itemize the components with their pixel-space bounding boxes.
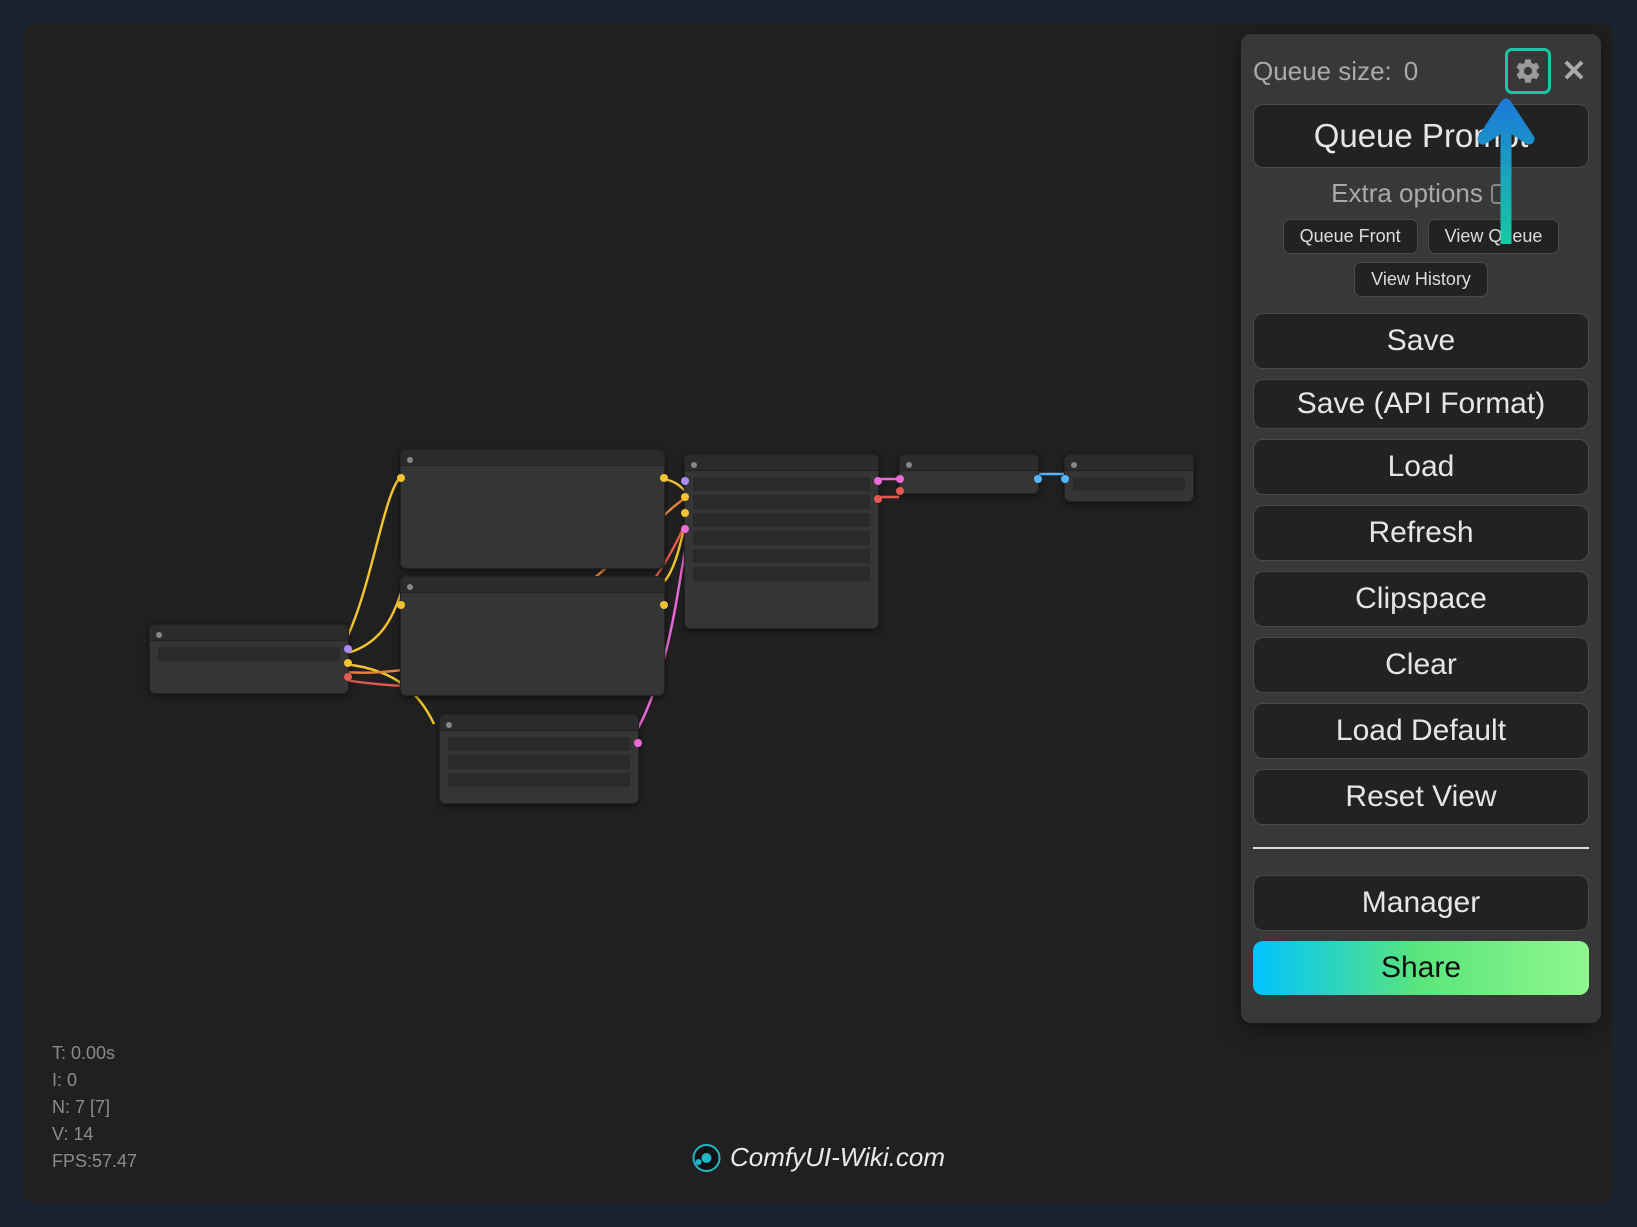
clipspace-button[interactable]: Clipspace	[1253, 571, 1589, 627]
view-history-button[interactable]: View History	[1354, 262, 1488, 297]
node-vae-decode[interactable]	[899, 454, 1039, 494]
app-window: Queue size: 0 ✕ Queue Prompt Extra optio…	[24, 24, 1613, 1203]
canvas-stats: T: 0.00s I: 0 N: 7 [7] V: 14 FPS:57.47	[52, 1040, 137, 1175]
stat-nodes: N: 7 [7]	[52, 1094, 137, 1121]
queue-prompt-button[interactable]: Queue Prompt	[1253, 104, 1589, 168]
node-clip-text-positive[interactable]	[400, 449, 665, 569]
node-clip-text-negative[interactable]	[400, 576, 665, 696]
panel-header: Queue size: 0 ✕	[1253, 48, 1589, 94]
view-queue-button[interactable]: View Queue	[1428, 219, 1560, 254]
node-titlebar[interactable]	[685, 455, 878, 471]
extra-options-row: Extra options	[1253, 178, 1589, 209]
history-buttons-row: View History	[1253, 262, 1589, 297]
node-titlebar[interactable]	[440, 715, 638, 731]
watermark-logo-icon	[692, 1144, 720, 1172]
node-save-image[interactable]	[1064, 454, 1194, 502]
load-default-button[interactable]: Load Default	[1253, 703, 1589, 759]
close-panel-button[interactable]: ✕	[1559, 56, 1589, 86]
save-api-button[interactable]: Save (API Format)	[1253, 379, 1589, 429]
extra-options-label: Extra options	[1331, 178, 1483, 209]
watermark-text: ComfyUI-Wiki.com	[730, 1142, 945, 1173]
stat-iterations: I: 0	[52, 1067, 137, 1094]
extra-options-checkbox[interactable]	[1491, 184, 1511, 204]
close-icon: ✕	[1561, 54, 1586, 89]
stat-fps: FPS:57.47	[52, 1148, 137, 1175]
manager-button[interactable]: Manager	[1253, 875, 1589, 931]
node-titlebar[interactable]	[1065, 455, 1193, 471]
node-ksampler[interactable]	[684, 454, 879, 629]
node-empty-latent[interactable]	[439, 714, 639, 804]
control-panel: Queue size: 0 ✕ Queue Prompt Extra optio…	[1241, 34, 1601, 1023]
stat-v: V: 14	[52, 1121, 137, 1148]
node-titlebar[interactable]	[401, 450, 664, 466]
node-load-checkpoint[interactable]	[149, 624, 349, 694]
panel-divider	[1253, 847, 1589, 849]
save-button[interactable]: Save	[1253, 313, 1589, 369]
share-button[interactable]: Share	[1253, 941, 1589, 995]
watermark: ComfyUI-Wiki.com	[692, 1142, 945, 1173]
stat-time: T: 0.00s	[52, 1040, 137, 1067]
queue-size-value: 0	[1404, 56, 1418, 87]
gear-icon	[1514, 57, 1542, 85]
queue-buttons-row: Queue Front View Queue	[1253, 219, 1589, 254]
refresh-button[interactable]: Refresh	[1253, 505, 1589, 561]
queue-front-button[interactable]: Queue Front	[1283, 219, 1418, 254]
outer-frame: Queue size: 0 ✕ Queue Prompt Extra optio…	[0, 0, 1637, 1227]
node-titlebar[interactable]	[150, 625, 348, 641]
clear-button[interactable]: Clear	[1253, 637, 1589, 693]
node-titlebar[interactable]	[900, 455, 1038, 471]
load-button[interactable]: Load	[1253, 439, 1589, 495]
queue-size-label: Queue size:	[1253, 56, 1392, 87]
settings-button[interactable]	[1505, 48, 1551, 94]
reset-view-button[interactable]: Reset View	[1253, 769, 1589, 825]
node-titlebar[interactable]	[401, 577, 664, 593]
